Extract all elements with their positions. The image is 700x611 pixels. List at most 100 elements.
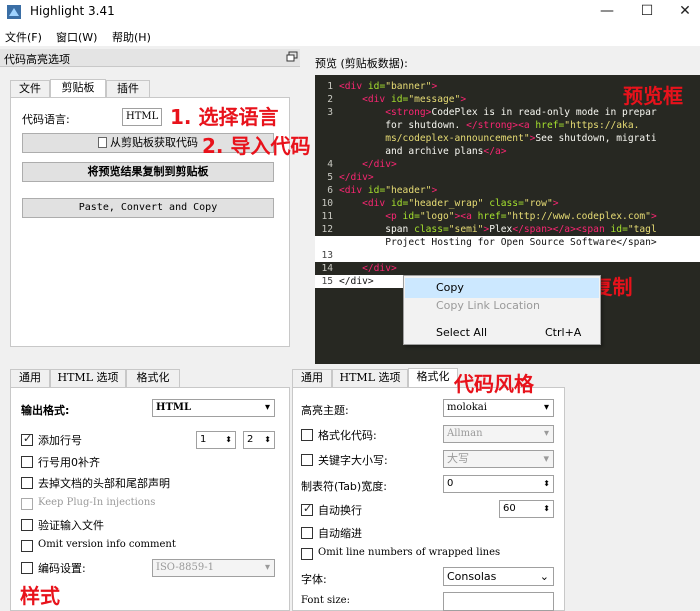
line-width-value: 2 bbox=[247, 434, 254, 445]
tab-general[interactable]: 通用 bbox=[10, 369, 50, 387]
font-label: 字体: bbox=[301, 573, 327, 586]
float-panel-icon[interactable] bbox=[286, 51, 298, 62]
select-all-label: Select All bbox=[436, 326, 488, 339]
encoding-value: ISO-8859-1 bbox=[156, 562, 214, 573]
wrap-width-spinbox[interactable]: 60 ⬍ bbox=[499, 500, 554, 518]
menu-item-copy-link-location: Copy Link Location bbox=[436, 299, 540, 312]
encoding-label: 编码设置: bbox=[38, 562, 86, 575]
paste-convert-copy-button[interactable]: Paste, Convert and Copy bbox=[22, 198, 274, 218]
menu-item-select-all[interactable]: Select All Ctrl+A bbox=[405, 323, 599, 343]
line-width-spinbox[interactable]: 2 ⬍ bbox=[243, 431, 275, 449]
theme-value: molokai bbox=[447, 402, 487, 413]
auto-wrap-label: 自动换行 bbox=[318, 504, 362, 517]
document-icon bbox=[98, 137, 107, 148]
add-line-numbers-checkbox[interactable] bbox=[21, 432, 33, 446]
spin-arrows-icon: ⬍ bbox=[264, 435, 271, 444]
keep-plugin-label: Keep Plug-In injections bbox=[38, 497, 156, 508]
tab-width-label: 制表符(Tab)宽度: bbox=[301, 480, 387, 493]
line-number: 6 bbox=[327, 185, 333, 196]
pad-zero-checkbox[interactable] bbox=[21, 456, 33, 468]
wrap-width-value: 60 bbox=[503, 503, 516, 514]
output-format-value: HTML bbox=[156, 402, 191, 413]
font-size-input[interactable] bbox=[443, 592, 554, 611]
format-style-select: Allman ▾ bbox=[443, 425, 554, 443]
spin-arrows-icon: ⬍ bbox=[543, 479, 550, 488]
tab-width-spinbox[interactable]: 0 ⬍ bbox=[443, 475, 554, 493]
pad-zero-label: 行号用0补齐 bbox=[38, 456, 100, 469]
line-number: 4 bbox=[327, 159, 333, 170]
tab-general-right[interactable]: 通用 bbox=[292, 369, 332, 387]
font-select[interactable]: Consolas ⌄ bbox=[443, 567, 554, 586]
line-number: 1 bbox=[327, 81, 333, 92]
line-number: 2 bbox=[327, 94, 333, 105]
tab-html-options[interactable]: HTML 选项 bbox=[50, 369, 126, 387]
encoding-checkbox[interactable] bbox=[21, 562, 33, 574]
font-value: Consolas bbox=[447, 570, 497, 583]
add-line-numbers-label: 添加行号 bbox=[38, 434, 82, 447]
copy-preview-button[interactable]: 将预览结果复制到剪贴板 bbox=[22, 162, 274, 182]
validate-input-label: 验证输入文件 bbox=[38, 519, 104, 532]
menu-window[interactable]: 窗口(W) bbox=[56, 29, 97, 45]
omit-wrapped-label: Omit line numbers of wrapped lines bbox=[318, 547, 501, 558]
format-code-label: 格式化代码: bbox=[318, 429, 377, 442]
line-number: 12 bbox=[321, 224, 333, 235]
line-number: 14 bbox=[321, 263, 333, 274]
close-button[interactable]: ✕ bbox=[662, 0, 700, 24]
keyword-case-checkbox[interactable] bbox=[301, 454, 313, 466]
keyword-case-value: 大写 bbox=[447, 452, 469, 465]
keyword-case-label: 关键字大小写: bbox=[318, 454, 388, 467]
chevron-down-icon: ▾ bbox=[264, 562, 270, 573]
get-from-clipboard-label: 从剪贴板获取代码 bbox=[110, 136, 198, 149]
omit-header-checkbox[interactable] bbox=[21, 477, 33, 489]
theme-label: 高亮主题: bbox=[301, 404, 349, 417]
auto-indent-label: 自动缩进 bbox=[318, 527, 362, 540]
language-select[interactable]: HTML bbox=[122, 108, 162, 126]
line-start-spinbox[interactable]: 1 ⬍ bbox=[196, 431, 236, 449]
menu-help[interactable]: 帮助(H) bbox=[112, 29, 151, 45]
line-number: 3 bbox=[327, 107, 333, 118]
line-number: 11 bbox=[321, 211, 333, 222]
theme-select[interactable]: molokai ▾ bbox=[443, 399, 554, 417]
select-all-shortcut: Ctrl+A bbox=[545, 326, 582, 339]
omit-version-checkbox[interactable] bbox=[21, 540, 33, 552]
spin-arrows-icon: ⬍ bbox=[225, 435, 232, 444]
format-code-checkbox[interactable] bbox=[301, 429, 313, 441]
line-number: 15 bbox=[321, 276, 333, 287]
options-panel-title: 代码高亮选项 bbox=[4, 53, 70, 66]
menu-bar bbox=[0, 24, 700, 46]
tab-html-options-right[interactable]: HTML 选项 bbox=[332, 369, 408, 387]
format-style-value: Allman bbox=[447, 428, 483, 439]
annotation-select-language: 1. 选择语言 bbox=[170, 105, 279, 129]
chevron-down-icon: ⌄ bbox=[539, 570, 549, 583]
omit-wrapped-checkbox[interactable] bbox=[301, 548, 313, 560]
tab-file[interactable]: 文件 bbox=[10, 80, 50, 98]
tab-formatting[interactable]: 格式化 bbox=[126, 369, 180, 387]
menu-file[interactable]: 文件(F) bbox=[5, 29, 42, 45]
encoding-select: ISO-8859-1 ▾ bbox=[152, 559, 275, 577]
context-menu: Copy Copy Link Location Select All Ctrl+… bbox=[403, 275, 601, 345]
keyword-case-select: 大写 ▾ bbox=[443, 450, 554, 468]
tab-formatting-right[interactable]: 格式化 bbox=[408, 368, 458, 387]
omit-version-label: Omit version info comment bbox=[38, 539, 176, 550]
chevron-down-icon: ▾ bbox=[543, 428, 549, 439]
spin-arrows-icon: ⬍ bbox=[543, 504, 550, 513]
line-start-value: 1 bbox=[200, 434, 207, 445]
chevron-down-icon: ▾ bbox=[264, 402, 270, 413]
auto-wrap-checkbox[interactable] bbox=[301, 502, 313, 516]
menu-item-copy[interactable]: Copy bbox=[405, 278, 599, 298]
annotation-preview-box: 预览框 bbox=[623, 84, 683, 108]
line-number: 10 bbox=[321, 198, 333, 209]
app-icon bbox=[7, 5, 21, 19]
annotation-code-style: 代码风格 bbox=[454, 372, 534, 396]
validate-input-checkbox[interactable] bbox=[21, 519, 33, 531]
window-title: Highlight 3.41 bbox=[30, 4, 115, 18]
output-format-label: 输出格式: bbox=[21, 404, 70, 417]
auto-indent-checkbox[interactable] bbox=[301, 527, 313, 539]
tab-plugins[interactable]: 插件 bbox=[106, 80, 150, 98]
chevron-down-icon: ▾ bbox=[543, 452, 549, 465]
tab-clipboard[interactable]: 剪贴板 bbox=[50, 79, 106, 98]
language-label: 代码语言: bbox=[22, 113, 70, 126]
chevron-down-icon: ▾ bbox=[543, 402, 549, 413]
output-format-select[interactable]: HTML ▾ bbox=[152, 399, 275, 417]
preview-label: 预览 (剪贴板数据): bbox=[315, 57, 408, 70]
